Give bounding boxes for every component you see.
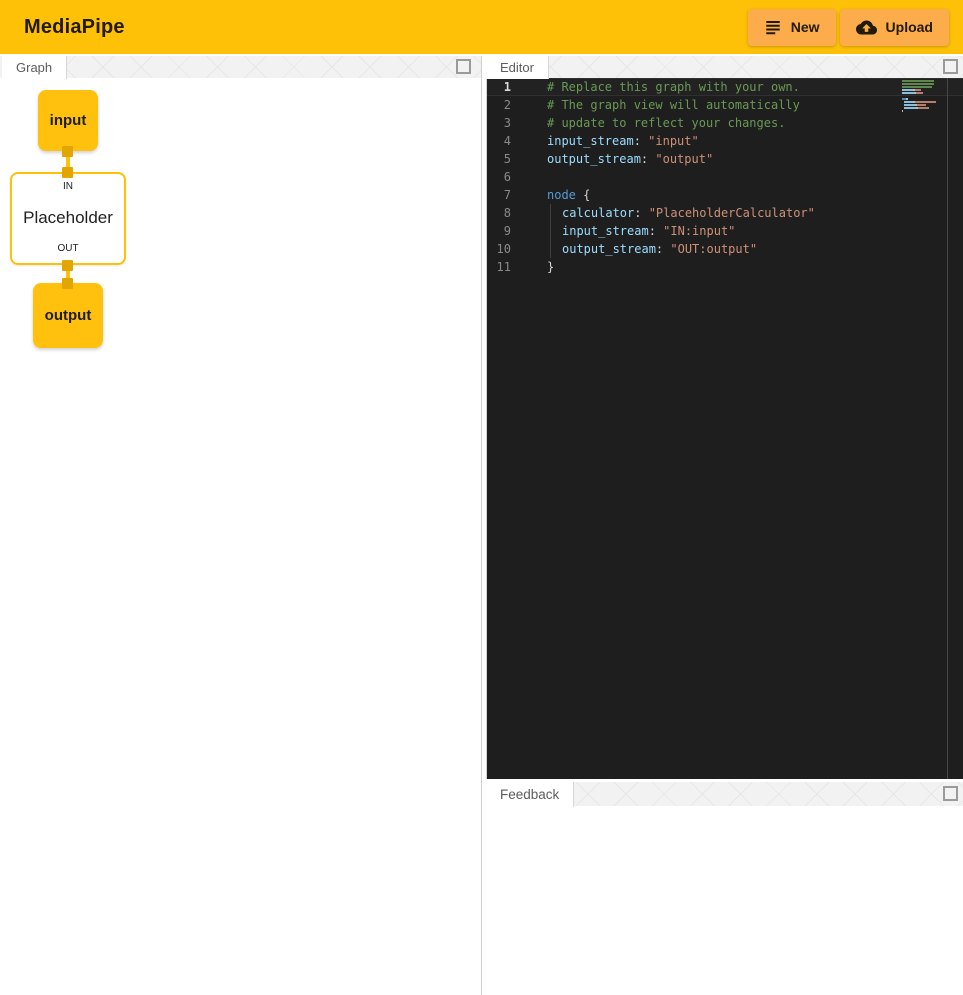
new-button[interactable]: New: [748, 9, 836, 46]
line-number: 4: [487, 132, 511, 150]
in-port-label: IN: [63, 181, 73, 192]
code-line-1[interactable]: 1 # Replace this graph with your own.: [487, 78, 963, 96]
editor-panel: Editor 1 # Replace this graph with your o…: [486, 56, 963, 779]
code-line-3[interactable]: 3 # update to reflect your changes.: [487, 114, 963, 132]
feedback-tabbar: Feedback: [486, 782, 963, 807]
line-number: 7: [487, 186, 511, 204]
line-number: 3: [487, 114, 511, 132]
line-text: output_stream: "output": [547, 150, 713, 168]
app-header: MediaPipe New Upload: [0, 0, 963, 54]
code-lines[interactable]: 1 # Replace this graph with your own. 2 # T…: [487, 78, 963, 276]
line-number: 9: [487, 222, 511, 240]
graph-node-output[interactable]: output: [33, 283, 103, 348]
minimap-row: [902, 89, 946, 91]
tab-feedback-label: Feedback: [500, 787, 559, 802]
code-line-4[interactable]: 4 input_stream: "input": [487, 132, 963, 150]
line-number: 10: [487, 240, 511, 258]
upload-button-label: Upload: [886, 19, 933, 35]
code-line-9[interactable]: 9 input_stream: "IN:input": [487, 222, 963, 240]
graph-tabbar: Graph: [0, 56, 481, 79]
graph-node-placeholder[interactable]: IN Placeholder OUT: [10, 172, 126, 265]
code-line-6[interactable]: 6: [487, 168, 963, 186]
tab-feedback[interactable]: Feedback: [486, 782, 574, 807]
line-text: node {: [547, 186, 590, 204]
graph-node-input[interactable]: input: [38, 90, 98, 151]
tab-editor-label: Editor: [500, 60, 534, 75]
minimap-row: [902, 110, 946, 112]
placeholder-node-label: Placeholder: [23, 208, 113, 228]
minimap[interactable]: [902, 80, 946, 113]
minimap-row: [902, 107, 946, 109]
line-text: output_stream: "OUT:output": [547, 240, 757, 258]
line-number: 1: [487, 78, 511, 96]
maximize-feedback-icon[interactable]: [943, 786, 958, 801]
new-button-label: New: [791, 19, 820, 35]
line-text: input_stream: "input": [547, 132, 699, 150]
line-text: }: [547, 258, 554, 276]
graph-panel: Graph input IN Placeholder OUT output: [0, 56, 482, 995]
out-port-label: OUT: [57, 243, 78, 254]
tab-editor[interactable]: Editor: [486, 56, 549, 79]
line-text: calculator: "PlaceholderCalculator": [547, 204, 815, 222]
feedback-content: [486, 806, 963, 995]
code-line-8[interactable]: 8 calculator: "PlaceholderCalculator": [487, 204, 963, 222]
port-input-bottom[interactable]: [62, 146, 73, 157]
editor-tabbar: Editor: [486, 56, 963, 79]
minimap-row: [902, 95, 946, 97]
notes-icon: [764, 18, 782, 36]
line-number: 6: [487, 168, 511, 186]
line-text: # The graph view will automatically: [547, 96, 800, 114]
feedback-panel: Feedback: [486, 782, 963, 995]
line-number: 8: [487, 204, 511, 222]
tab-graph[interactable]: Graph: [2, 56, 67, 79]
header-actions: New Upload: [748, 9, 963, 46]
minimap-row: [902, 92, 946, 94]
output-node-label: output: [45, 307, 92, 324]
code-line-2[interactable]: 2 # The graph view will automatically: [487, 96, 963, 114]
minimap-row: [902, 101, 946, 103]
port-placeholder-out[interactable]: [62, 260, 73, 271]
maximize-graph-icon[interactable]: [456, 59, 471, 74]
line-number: 11: [487, 258, 511, 276]
mediapipe-visualizer: MediaPipe New Upload Graph input: [0, 0, 963, 995]
graph-canvas[interactable]: input IN Placeholder OUT output: [0, 78, 481, 995]
line-number: 5: [487, 150, 511, 168]
minimap-row: [902, 86, 946, 88]
line-text: # Replace this graph with your own.: [547, 78, 800, 96]
code-line-7[interactable]: 7 node {: [487, 186, 963, 204]
minimap-row: [902, 98, 946, 100]
code-line-5[interactable]: 5 output_stream: "output": [487, 150, 963, 168]
line-text: input_stream: "IN:input": [547, 222, 735, 240]
line-number: 2: [487, 96, 511, 114]
input-node-label: input: [50, 112, 87, 129]
port-output-top[interactable]: [62, 278, 73, 289]
overview-ruler: [947, 78, 948, 779]
tab-graph-label: Graph: [16, 60, 52, 75]
app-title: MediaPipe: [0, 16, 125, 39]
upload-button[interactable]: Upload: [840, 9, 949, 46]
code-line-10[interactable]: 10 output_stream: "OUT:output": [487, 240, 963, 258]
maximize-editor-icon[interactable]: [943, 59, 958, 74]
code-editor[interactable]: 1 # Replace this graph with your own. 2 # T…: [486, 78, 963, 779]
line-text: # update to reflect your changes.: [547, 114, 785, 132]
minimap-row: [902, 80, 946, 82]
minimap-row: [902, 104, 946, 106]
minimap-row: [902, 83, 946, 85]
port-placeholder-in[interactable]: [62, 167, 73, 178]
code-line-11[interactable]: 11}: [487, 258, 963, 276]
cloud-upload-icon: [856, 17, 877, 38]
